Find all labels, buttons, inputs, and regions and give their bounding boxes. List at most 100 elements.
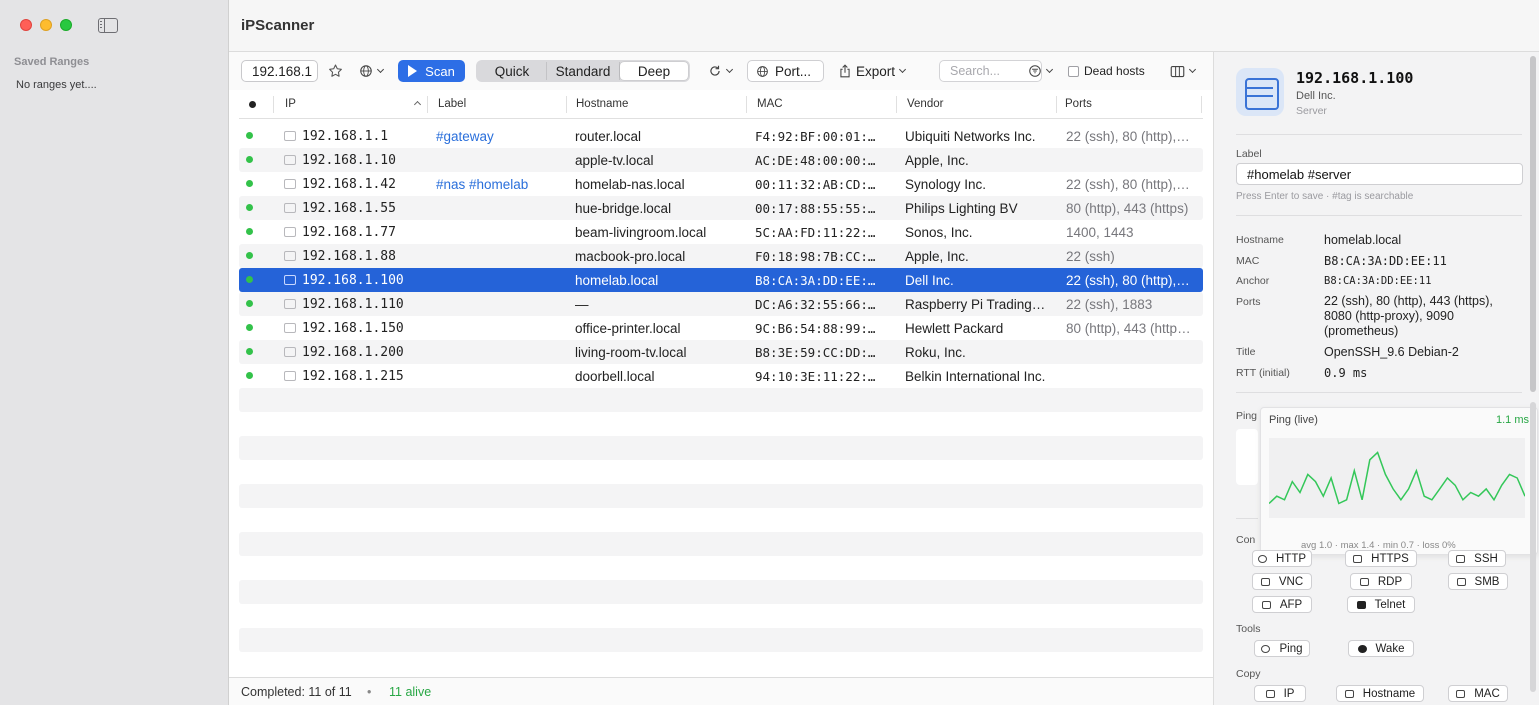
- table-row[interactable]: 192.168.1.150 office-printer.local 9C:B6:5…: [239, 316, 1203, 340]
- cell-vendor: Raspberry Pi Trading…: [905, 297, 1046, 312]
- cell-vendor: Philips Lighting BV: [905, 201, 1018, 216]
- connect-smb-label: SMB: [1474, 575, 1500, 588]
- table-row[interactable]: 192.168.1.100 homelab.local B8:CA:3A:DD:EE…: [239, 268, 1203, 292]
- dead-hosts-toggle[interactable]: Dead hosts: [1068, 60, 1145, 82]
- ports-label: Port...: [775, 63, 812, 79]
- tool-ping-button[interactable]: Ping: [1254, 640, 1310, 657]
- table-row[interactable]: 192.168.1.1 #gateway router.local F4:92:BF:…: [239, 124, 1203, 148]
- scan-button[interactable]: Scan: [398, 60, 465, 82]
- copy-hostname-button[interactable]: Hostname: [1336, 685, 1424, 702]
- mode-quick[interactable]: Quick: [478, 62, 547, 80]
- tool-ping-label: Ping: [1279, 642, 1303, 655]
- table-row[interactable]: 192.168.1.215 doorbell.local 94:10:3E:11:2…: [239, 364, 1203, 388]
- ping-chart-area: [1268, 438, 1526, 518]
- field-value-rtt[interactable]: 0.9 ms: [1324, 366, 1524, 381]
- detail-scrollbar-track[interactable]: [1530, 402, 1536, 692]
- sidebar-toggle-icon[interactable]: [98, 18, 118, 33]
- copy-ip-button[interactable]: IP: [1254, 685, 1306, 702]
- status-online-dot: [246, 132, 253, 139]
- cell-mac: B8:CA:3A:DD:EE:…: [755, 273, 876, 288]
- column-header-hostname[interactable]: Hostname: [572, 98, 628, 110]
- mode-standard[interactable]: Standard: [547, 62, 620, 80]
- status-online-dot: [246, 348, 253, 355]
- label-input[interactable]: #homelab #server: [1236, 163, 1523, 185]
- table-row[interactable]: 192.168.1.88 macbook-pro.local F0:18:98:7B…: [239, 244, 1203, 268]
- cell-ip: 192.168.1.42: [302, 177, 396, 192]
- ping-card-title: Ping (live): [1269, 414, 1318, 426]
- minimize-window-button[interactable]: [40, 19, 52, 31]
- export-menu[interactable]: Export: [836, 60, 908, 82]
- columns-menu[interactable]: [1167, 60, 1197, 82]
- signal-icon: [1261, 644, 1271, 653]
- status-online-dot: [246, 324, 253, 331]
- cell-hostname: beam-livingroom.local: [575, 225, 707, 240]
- cell-ip: 192.168.1.110: [302, 297, 404, 312]
- ports-button[interactable]: Port...: [747, 60, 824, 82]
- scan-label: Scan: [425, 63, 455, 79]
- network-interface-menu[interactable]: [357, 60, 385, 82]
- connect-ssh-button[interactable]: SSH: [1448, 550, 1506, 567]
- scan-mode-segmented-control: Quick Standard Deep: [476, 60, 690, 82]
- table-row[interactable]: 192.168.1.77 beam-livingroom.local 5C:AA:F…: [239, 220, 1203, 244]
- close-window-button[interactable]: [20, 19, 32, 31]
- field-value-mac[interactable]: B8:CA:3A:DD:EE:11: [1324, 254, 1524, 269]
- column-header-label[interactable]: Label: [434, 98, 466, 110]
- table-row[interactable]: 192.168.1.10 apple-tv.local AC:DE:48:00:00…: [239, 148, 1203, 172]
- connect-afp-button[interactable]: AFP: [1252, 596, 1312, 613]
- laptop-icon: [284, 251, 296, 261]
- connect-http-button[interactable]: HTTP: [1252, 550, 1312, 567]
- column-header-ports[interactable]: Ports: [1061, 98, 1092, 110]
- ping-series-line: [1268, 451, 1526, 505]
- chevron-down-icon: [898, 65, 907, 74]
- copy-mac-button[interactable]: MAC: [1448, 685, 1508, 702]
- status-online-dot: [246, 180, 253, 187]
- star-icon[interactable]: [325, 60, 345, 82]
- table-row[interactable]: 192.168.1.42 #nas #homelab homelab-nas.loc…: [239, 172, 1203, 196]
- connect-vnc-button[interactable]: VNC: [1252, 573, 1312, 590]
- lock-icon: [1353, 554, 1363, 563]
- zoom-window-button[interactable]: [60, 19, 72, 31]
- ip-range-input[interactable]: 192.168.1: [241, 60, 318, 82]
- connect-ssh-label: SSH: [1474, 552, 1498, 565]
- connect-https-label: HTTPS: [1371, 552, 1409, 565]
- sidebar: Saved Ranges No ranges yet....: [0, 0, 229, 705]
- ping-current-value: 1.1 ms: [1495, 414, 1529, 426]
- detail-ip: 192.168.1.100: [1296, 69, 1414, 87]
- status-column-icon[interactable]: [249, 101, 256, 108]
- column-header-mac[interactable]: MAC: [753, 98, 783, 110]
- table-row[interactable]: 192.168.1.110 — DC:A6:32:55:66:… Raspberry …: [239, 292, 1203, 316]
- cell-ip: 192.168.1.100: [302, 273, 404, 288]
- globe-icon: [757, 65, 768, 77]
- column-header-vendor[interactable]: Vendor: [903, 98, 943, 110]
- connect-rdp-button[interactable]: RDP: [1350, 573, 1412, 590]
- field-value-anchor[interactable]: B8:CA:3A:DD:EE:11: [1324, 274, 1524, 289]
- detail-vendor: Dell Inc.: [1296, 90, 1336, 102]
- tool-wake-button[interactable]: Wake: [1348, 640, 1414, 657]
- table-row[interactable]: 192.168.1.200 living-room-tv.local B8:3E:5…: [239, 340, 1203, 364]
- field-value-ports[interactable]: 22 (ssh), 80 (http), 443 (https), 8080 (…: [1324, 294, 1524, 339]
- connect-telnet-button[interactable]: Telnet: [1347, 596, 1415, 613]
- printer-icon: [284, 323, 296, 333]
- detail-scrollbar[interactable]: [1530, 56, 1536, 392]
- tools-heading: Tools: [1236, 623, 1261, 635]
- alive-count: 11 alive: [389, 685, 432, 699]
- ping-line-chart: [1268, 451, 1526, 505]
- field-key-title: Title: [1236, 346, 1256, 358]
- connect-https-button[interactable]: HTTPS: [1345, 550, 1417, 567]
- filter-menu[interactable]: [1026, 60, 1054, 82]
- cell-vendor: Synology Inc.: [905, 177, 987, 192]
- column-header-ip[interactable]: IP: [281, 98, 296, 110]
- refresh-menu[interactable]: [705, 60, 735, 82]
- cell-mac: 5C:AA:FD:11:22:…: [755, 225, 876, 240]
- cell-ip: 192.168.1.55: [302, 201, 396, 216]
- dead-hosts-checkbox[interactable]: [1068, 65, 1079, 77]
- mode-deep[interactable]: Deep: [620, 62, 688, 80]
- field-value-title[interactable]: OpenSSH_9.6 Debian-2: [1324, 345, 1524, 360]
- field-value-hostname[interactable]: homelab.local: [1324, 233, 1524, 248]
- table-row[interactable]: 192.168.1.55 hue-bridge.local 00:17:88:55:…: [239, 196, 1203, 220]
- copy-hostname-label: Hostname: [1362, 687, 1416, 700]
- connect-smb-button[interactable]: SMB: [1448, 573, 1508, 590]
- empty-table-row: [239, 604, 1203, 628]
- cell-ip: 192.168.1.150: [302, 321, 404, 336]
- cell-hostname: living-room-tv.local: [575, 345, 687, 360]
